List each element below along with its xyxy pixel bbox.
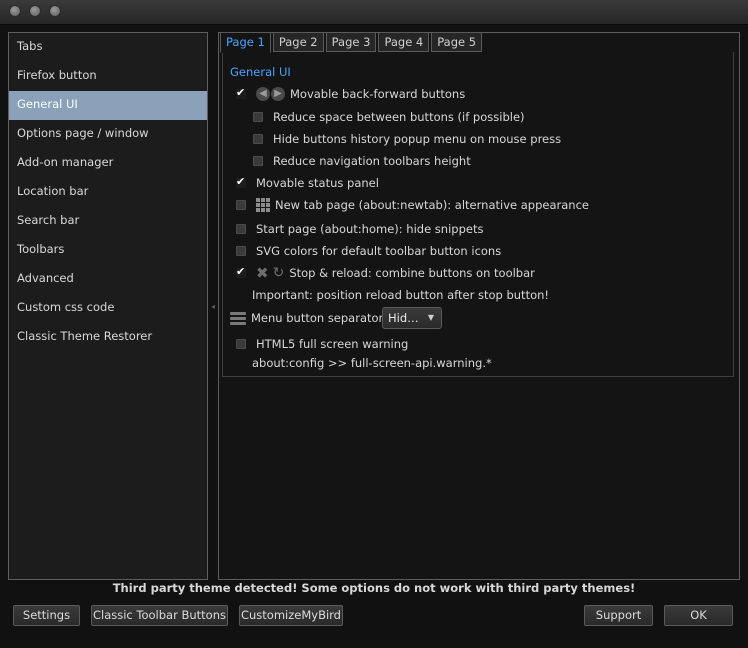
tab-page-5[interactable]: Page 5: [431, 32, 483, 52]
html5-fullscreen-label: HTML5 full screen warning: [256, 337, 409, 351]
reduce-space-label: Reduce space between buttons (if possibl…: [273, 110, 525, 124]
back-arrow-icon: ◀: [256, 87, 270, 101]
settings-button[interactable]: Settings: [13, 605, 80, 626]
third-party-warning: Third party theme detected! Some options…: [112, 581, 636, 595]
svg-colors-label: SVG colors for default toolbar button ic…: [256, 244, 502, 258]
stop-reload-checkbox[interactable]: [236, 264, 246, 280]
stop-icon: ✖: [256, 264, 269, 282]
minimize-window-button[interactable]: [29, 5, 41, 17]
window-titlebar: [0, 0, 748, 25]
menu-separator-select[interactable]: Hid… ▼: [382, 307, 442, 329]
sidebar-item-general-ui[interactable]: General UI: [9, 91, 207, 120]
close-window-button[interactable]: [9, 5, 21, 17]
sidebar-item-location-bar[interactable]: Location bar: [9, 178, 207, 207]
sidebar-item-classic-theme-restorer[interactable]: Classic Theme Restorer: [9, 323, 207, 352]
tab-page-4[interactable]: Page 4: [378, 32, 430, 52]
html5-fullscreen-note: about:config >> full-screen-api.warning.…: [252, 356, 492, 370]
tab-page-1[interactable]: Page 1: [220, 32, 271, 53]
movable-back-forward-label: Movable back-forward buttons: [290, 87, 466, 101]
option-reduce-nav-height[interactable]: Reduce navigation toolbars height: [253, 153, 471, 169]
zoom-window-button[interactable]: [49, 5, 61, 17]
hide-history-popup-label: Hide buttons history popup menu on mouse…: [273, 132, 562, 146]
option-hide-history-popup[interactable]: Hide buttons history popup menu on mouse…: [253, 131, 561, 147]
sidebar-item-toolbars[interactable]: Toolbars: [9, 236, 207, 265]
support-button[interactable]: Support: [584, 605, 653, 626]
new-tab-page-checkbox[interactable]: [236, 200, 246, 210]
reduce-nav-height-label: Reduce navigation toolbars height: [273, 154, 471, 168]
tab-page-3[interactable]: Page 3: [325, 32, 377, 52]
option-movable-status-panel[interactable]: Movable status panel: [236, 174, 379, 191]
sidebar-item-custom-css[interactable]: Custom css code: [9, 294, 207, 323]
chevron-down-icon: ▼: [427, 313, 434, 322]
splitter-handle[interactable]: ◂: [211, 302, 215, 311]
menu-separator-value: Hid…: [388, 311, 419, 325]
movable-status-panel-checkbox[interactable]: [236, 174, 246, 190]
svg-colors-checkbox[interactable]: [236, 246, 246, 256]
stop-reload-label: Stop & reload: combine buttons on toolba…: [289, 266, 535, 280]
option-stop-reload[interactable]: ✖ ↻ Stop & reload: combine buttons on to…: [236, 264, 535, 282]
option-reduce-space[interactable]: Reduce space between buttons (if possibl…: [253, 109, 525, 125]
hide-history-popup-checkbox[interactable]: [253, 134, 263, 144]
section-title: General UI: [230, 65, 291, 79]
reduce-nav-height-checkbox[interactable]: [253, 156, 263, 166]
option-new-tab-page[interactable]: New tab page (about:newtab): alternative…: [236, 197, 589, 213]
option-movable-back-forward[interactable]: ◀ ▶ Movable back-forward buttons: [236, 85, 466, 102]
new-tab-page-label: New tab page (about:newtab): alternative…: [275, 198, 589, 212]
ok-button[interactable]: OK: [664, 605, 733, 626]
stop-reload-note: Important: position reload button after …: [252, 288, 550, 302]
grid-icon: [256, 198, 270, 212]
sidebar-item-tabs[interactable]: Tabs: [9, 33, 207, 62]
sidebar-item-options-page[interactable]: Options page / window: [9, 120, 207, 149]
movable-back-forward-checkbox[interactable]: [236, 85, 246, 101]
start-page-label: Start page (about:home): hide snippets: [256, 222, 484, 236]
html5-fullscreen-checkbox[interactable]: [236, 339, 246, 349]
option-svg-colors[interactable]: SVG colors for default toolbar button ic…: [236, 243, 501, 259]
sidebar-item-addon-manager[interactable]: Add-on manager: [9, 149, 207, 178]
movable-status-panel-label: Movable status panel: [256, 176, 379, 190]
option-menu-separator: Menu button separator: [230, 310, 383, 326]
reduce-space-checkbox[interactable]: [253, 112, 263, 122]
tab-bar: Page 1 Page 2 Page 3 Page 4 Page 5: [220, 32, 483, 53]
option-html5-fullscreen[interactable]: HTML5 full screen warning: [236, 336, 408, 352]
classic-toolbar-buttons-button[interactable]: Classic Toolbar Buttons: [91, 605, 228, 626]
menu-separator-label: Menu button separator: [251, 311, 384, 325]
customize-button[interactable]: CustomizeMyBird: [239, 605, 343, 626]
option-start-page[interactable]: Start page (about:home): hide snippets: [236, 221, 483, 237]
sidebar-item-search-bar[interactable]: Search bar: [9, 207, 207, 236]
forward-arrow-icon: ▶: [271, 87, 285, 101]
sidebar: Tabs Firefox button General UI Options p…: [8, 32, 208, 580]
start-page-checkbox[interactable]: [236, 224, 246, 234]
sidebar-item-firefox-button[interactable]: Firefox button: [9, 62, 207, 91]
reload-icon: ↻: [272, 265, 285, 281]
sidebar-item-advanced[interactable]: Advanced: [9, 265, 207, 294]
menu-icon: [230, 311, 246, 325]
tab-page-2[interactable]: Page 2: [272, 32, 324, 52]
